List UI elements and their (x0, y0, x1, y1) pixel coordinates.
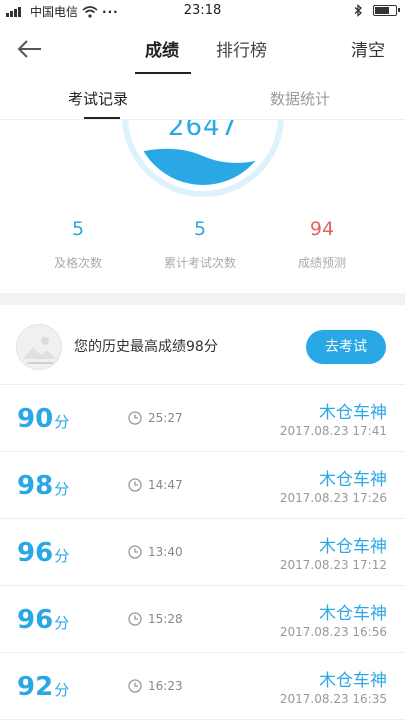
clock-icon (128, 679, 142, 693)
record-user: 木仓车神 (319, 470, 387, 490)
stat-total-value: 5 (193, 218, 207, 240)
subtab-exam-records[interactable]: 考试记录 (68, 88, 128, 109)
record-duration-value: 25:27 (148, 411, 183, 425)
avatar-placeholder-icon (23, 337, 57, 364)
best-score-text: 您的历史最高成绩98分 (74, 339, 218, 355)
stat-prediction-value: 94 (309, 218, 335, 240)
record-datetime: 2017.08.23 16:56 (279, 625, 387, 639)
stat-passed: 5 及格次数 (18, 218, 138, 271)
stat-prediction-label: 成绩预测 (297, 256, 346, 270)
back-button[interactable] (16, 34, 56, 64)
record-item[interactable]: 96分 15:28 木仓车神 2017.08.23 16:56 (0, 586, 405, 653)
clock-icon (128, 545, 142, 559)
section-divider (0, 293, 405, 305)
record-duration: 13:40 (128, 545, 183, 559)
battery-icon (373, 5, 400, 16)
record-item[interactable]: 96分 13:40 木仓车神 2017.08.23 17:12 (0, 519, 405, 586)
record-score-value: 98 (17, 471, 54, 501)
record-datetime: 2017.08.23 16:35 (279, 692, 387, 706)
clock-icon (128, 411, 142, 425)
record-score-unit: 分 (54, 614, 70, 632)
record-duration: 14:47 (128, 478, 183, 492)
record-user: 木仓车神 (319, 604, 387, 624)
record-duration-value: 14:47 (148, 478, 183, 492)
record-score-unit: 分 (54, 547, 70, 565)
tab-indicator (135, 72, 191, 74)
clear-button[interactable]: 清空 (351, 36, 385, 61)
bluetooth-icon (354, 4, 362, 17)
go-exam-button[interactable]: 去考试 (306, 330, 386, 364)
record-duration-value: 13:40 (148, 545, 183, 559)
record-score-value: 96 (17, 538, 54, 568)
record-datetime: 2017.08.23 17:41 (279, 424, 387, 438)
gauge-value: 2647 (167, 120, 239, 142)
status-time: 23:18 (183, 3, 222, 18)
stat-passed-value: 5 (71, 218, 85, 240)
record-score-unit: 分 (54, 681, 70, 699)
record-score-value: 92 (17, 672, 54, 702)
record-score: 92分 (17, 672, 69, 702)
record-item[interactable]: 98分 14:47 木仓车神 2017.08.23 17:26 (0, 452, 405, 519)
record-duration: 15:28 (128, 612, 183, 626)
record-score-value: 96 (17, 605, 54, 635)
record-datetime: 2017.08.23 17:26 (279, 491, 387, 505)
back-arrow-icon (17, 40, 41, 58)
avatar (16, 324, 62, 370)
stat-passed-label: 及格次数 (53, 256, 102, 270)
record-datetime: 2017.08.23 17:12 (279, 558, 387, 572)
record-user: 木仓车神 (319, 403, 387, 423)
record-score: 96分 (17, 538, 69, 568)
record-score-unit: 分 (54, 413, 70, 431)
best-score-row: 您的历史最高成绩98分 去考试 (0, 305, 405, 385)
top-nav: 成绩 排行榜 清空 (0, 24, 405, 76)
subtab-indicator (84, 117, 120, 119)
clock-icon (128, 478, 142, 492)
stats-row: 5 及格次数 5 累计考试次数 94 成绩预测 (0, 218, 405, 278)
gauge-wave (134, 148, 272, 185)
record-user: 木仓车神 (319, 537, 387, 557)
tab-scores[interactable]: 成绩 (145, 36, 179, 61)
record-item[interactable]: 92分 16:23 木仓车神 2017.08.23 16:35 (0, 653, 405, 720)
record-user: 木仓车神 (319, 671, 387, 691)
clock-icon (128, 612, 142, 626)
record-duration-value: 16:23 (148, 679, 183, 693)
record-duration: 16:23 (128, 679, 183, 693)
status-bar: 中国电信 ··· 23:18 (0, 0, 405, 24)
record-score-value: 90 (17, 404, 54, 434)
stat-prediction: 94 成绩预测 (262, 218, 382, 271)
record-duration: 25:27 (128, 411, 183, 425)
record-item[interactable]: 90分 25:27 木仓车神 2017.08.23 17:41 (0, 385, 405, 452)
record-score: 96分 (17, 605, 69, 635)
subtab-statistics[interactable]: 数据统计 (270, 88, 330, 109)
record-duration-value: 15:28 (148, 612, 183, 626)
record-score-unit: 分 (54, 480, 70, 498)
status-right (354, 4, 400, 17)
score-gauge: 2647 (121, 120, 285, 198)
stat-total-label: 累计考试次数 (163, 256, 236, 270)
record-score: 98分 (17, 471, 69, 501)
tab-ranking[interactable]: 排行榜 (216, 36, 267, 61)
sub-tabs: 考试记录 数据统计 (0, 80, 405, 120)
records-list: 90分 25:27 木仓车神 2017.08.23 17:41 98分 14:4… (0, 385, 405, 720)
stat-total: 5 累计考试次数 (140, 218, 260, 271)
record-score: 90分 (17, 404, 69, 434)
